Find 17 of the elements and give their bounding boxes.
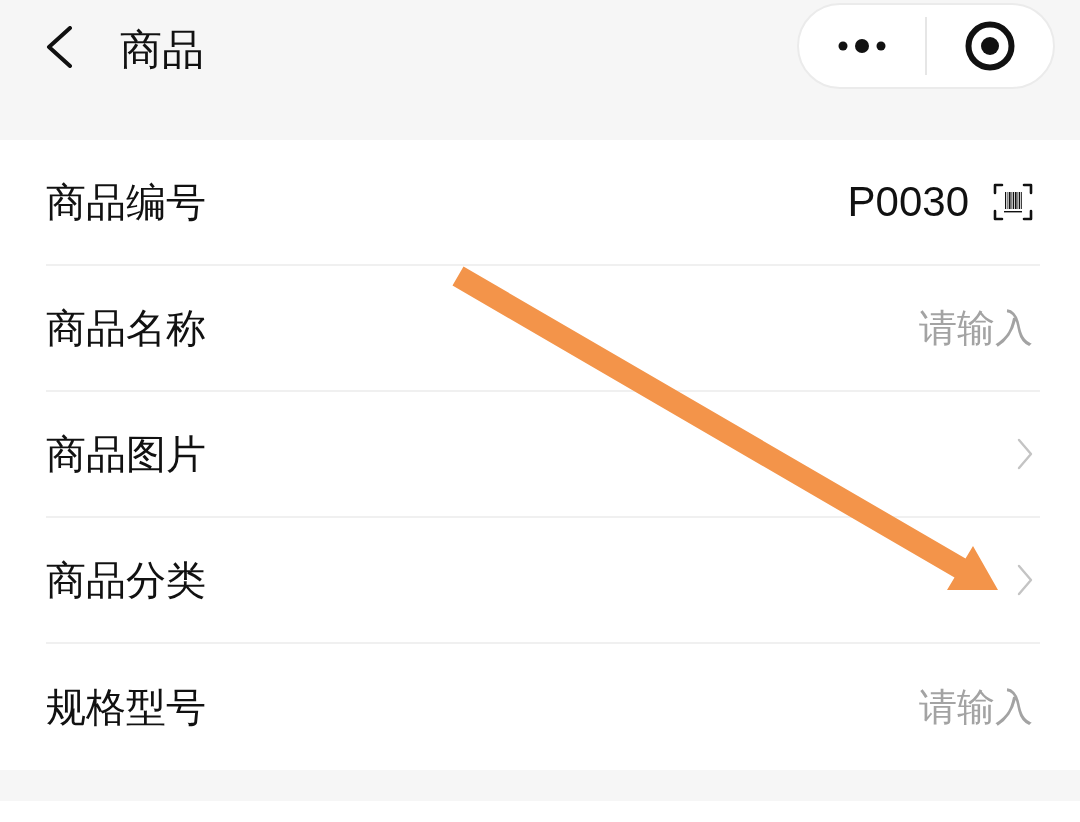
field-label: 规格型号: [46, 683, 206, 731]
chevron-right-icon: [1017, 438, 1033, 470]
input-field[interactable]: 请输入: [673, 681, 1033, 733]
input-field[interactable]: 请输入: [673, 302, 1033, 354]
back-icon: [45, 26, 73, 68]
chevron-right-icon: [1017, 564, 1033, 596]
field-label: 商品分类: [46, 556, 206, 604]
page-title: 商品: [120, 29, 204, 71]
field-label: 商品编号: [46, 178, 206, 226]
barcode-scan-icon: [993, 182, 1033, 222]
back-button[interactable]: [45, 26, 73, 68]
more-icon: [838, 39, 886, 53]
scan-button[interactable]: [993, 182, 1033, 222]
circle-dot-icon: [965, 21, 1015, 71]
field-label: 商品图片: [46, 430, 206, 478]
product-code: P0030: [847, 177, 969, 227]
field-label: 商品名称: [46, 304, 206, 352]
